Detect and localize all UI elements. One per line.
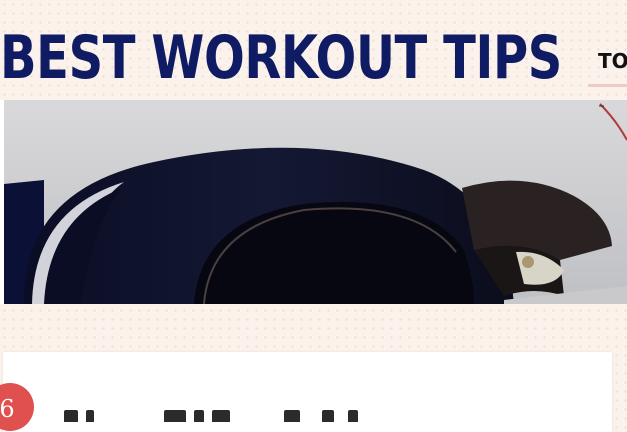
title-glyph-fragment (64, 410, 78, 422)
title-glyph-fragment (322, 410, 334, 422)
post-title-peek[interactable] (60, 410, 380, 424)
hero-image[interactable] (0, 100, 627, 304)
title-glyph-fragment (164, 410, 186, 422)
title-glyph-fragment (284, 410, 300, 422)
title-glyph-fragment (348, 410, 358, 422)
site-title[interactable]: BEST WORKOUT TIPS (0, 18, 562, 98)
headphones-image (4, 100, 627, 304)
title-glyph-fragment (212, 410, 230, 422)
title-glyph-fragment (86, 410, 94, 422)
top-nav: TOP (588, 44, 627, 90)
nav-underline (588, 84, 627, 87)
title-glyph-fragment (194, 410, 204, 422)
nav-item-top[interactable]: TOP (588, 44, 627, 78)
rank-number: 6 (0, 395, 15, 423)
